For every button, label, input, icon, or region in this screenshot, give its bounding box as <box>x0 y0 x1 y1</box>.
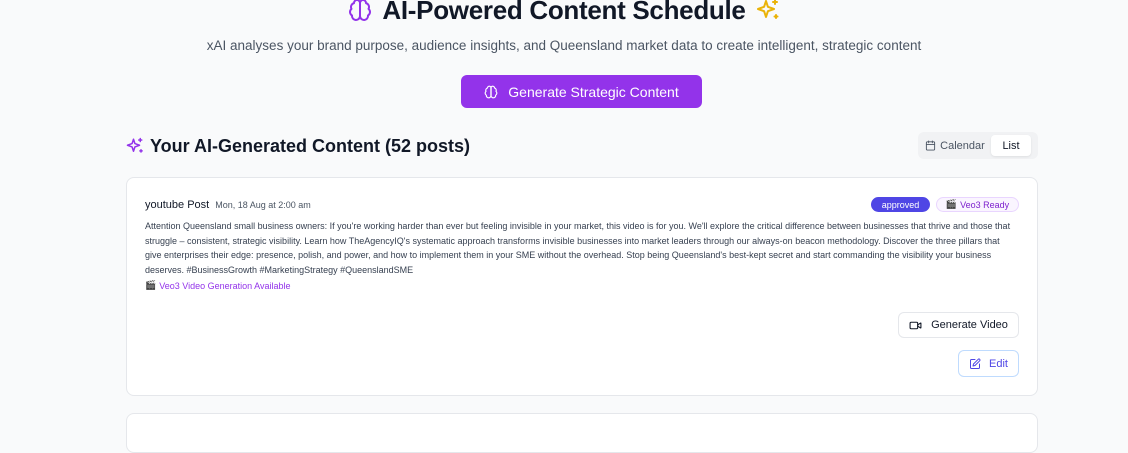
edit-icon <box>969 357 981 370</box>
section-header: Your AI-Generated Content (52 posts) <box>126 133 470 159</box>
edit-label: Edit <box>989 357 1008 370</box>
video-camera-icon <box>909 319 922 332</box>
sparkles-icon <box>126 137 144 155</box>
edit-post-button[interactable]: Edit <box>958 350 1019 377</box>
post-content: Attention Queensland small business owne… <box>145 221 1011 275</box>
clapper-icon: 🎬 <box>945 199 958 209</box>
brain-icon <box>348 0 372 22</box>
post-platform: youtube Post <box>145 199 210 211</box>
post-card: youtube Post Mon, 18 Aug at 2:00 am appr… <box>126 177 1038 396</box>
veo3-generation-available-link[interactable]: 🎬 Veo3 Video Generation Available <box>145 280 291 291</box>
veo3-available-label: Veo3 Video Generation Available <box>159 280 291 291</box>
calendar-view-tab[interactable]: Calendar <box>921 135 989 156</box>
post-header: youtube Post Mon, 18 Aug at 2:00 am <box>145 199 311 211</box>
view-toggle: Calendar List <box>918 132 1038 159</box>
clapper-icon: 🎬 <box>145 280 157 290</box>
section-title: Your AI-Generated Content (52 posts) <box>150 135 471 156</box>
sparkles-icon <box>756 0 780 22</box>
veo3-ready-badge: 🎬 Veo3 Ready <box>936 197 1019 212</box>
generate-video-button[interactable]: Generate Video <box>898 312 1019 338</box>
brain-icon <box>484 85 498 99</box>
post-card-next <box>126 413 1038 453</box>
post-date: Mon, 18 Aug at 2:00 am <box>215 200 311 210</box>
list-tab-label: List <box>1002 139 1020 152</box>
page-title: AI-Powered Content Schedule <box>382 0 746 25</box>
generate-strategic-content-button[interactable]: Generate Strategic Content <box>461 75 702 108</box>
generate-button-label: Generate Strategic Content <box>508 83 679 100</box>
status-badge: approved <box>871 197 930 212</box>
generate-video-label: Generate Video <box>931 319 1008 331</box>
list-view-tab[interactable]: List <box>991 135 1031 156</box>
calendar-tab-label: Calendar <box>940 139 985 152</box>
page-subtitle: xAI analyses your brand purpose, audienc… <box>206 38 922 53</box>
veo3-ready-label: Veo3 Ready <box>960 199 1010 210</box>
calendar-icon <box>925 140 936 151</box>
page-header: AI-Powered Content Schedule <box>0 0 1128 30</box>
